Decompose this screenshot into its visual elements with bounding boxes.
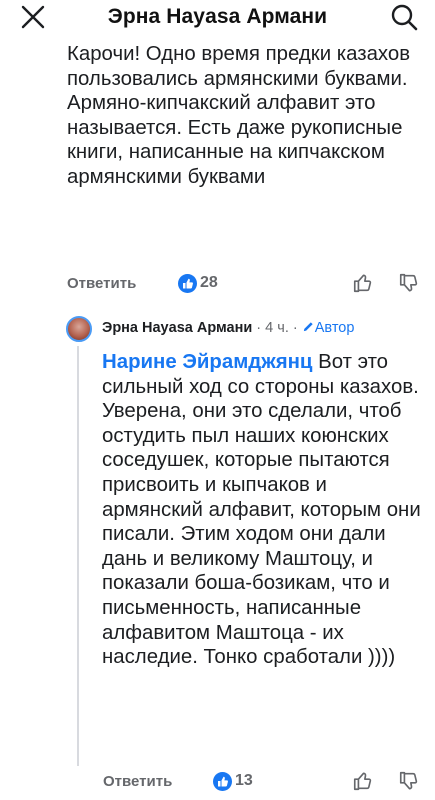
comment-actions: Ответить 28 — [0, 271, 435, 295]
reply-body: Вот это сильный ход со стороны казахов. … — [102, 351, 421, 669]
page-title: Эрна Hayasa Армани — [107, 5, 328, 28]
comment-text: Карочи! Одно время предки казахов пользо… — [67, 43, 411, 188]
mention-link[interactable]: Нарине Эйрамджянц — [102, 351, 312, 373]
search-icon[interactable] — [389, 2, 419, 32]
reply-meta: Эрна Hayasa Армани · 4 ч. · Автор — [102, 320, 354, 336]
reply-author[interactable]: Эрна Hayasa Армани — [102, 320, 252, 336]
like-badge-icon — [213, 772, 232, 791]
like-count: 28 — [200, 274, 218, 291]
reply-button[interactable]: Ответить — [67, 275, 136, 292]
meta-separator: · — [256, 320, 262, 336]
meta-separator: · — [292, 320, 298, 336]
top-bar: Эрна Hayasa Армани — [0, 0, 435, 36]
reply-text: Нарине Эйрамджянц Вот это сильный ход со… — [102, 350, 427, 670]
author-badge-label: Автор — [314, 320, 355, 336]
dislike-icon[interactable] — [398, 770, 420, 792]
avatar[interactable] — [66, 316, 92, 342]
pencil-icon — [303, 322, 313, 332]
thread-line — [77, 346, 79, 766]
like-count: 13 — [235, 772, 253, 789]
like-icon[interactable] — [352, 770, 374, 792]
dislike-icon[interactable] — [398, 272, 420, 294]
reply-actions: Ответить 13 — [0, 769, 435, 793]
reply-time: 4 ч. — [265, 320, 289, 336]
reply-button[interactable]: Ответить — [103, 773, 172, 790]
like-badge-icon — [178, 274, 197, 293]
like-icon[interactable] — [352, 272, 374, 294]
author-badge: Автор — [302, 320, 355, 336]
